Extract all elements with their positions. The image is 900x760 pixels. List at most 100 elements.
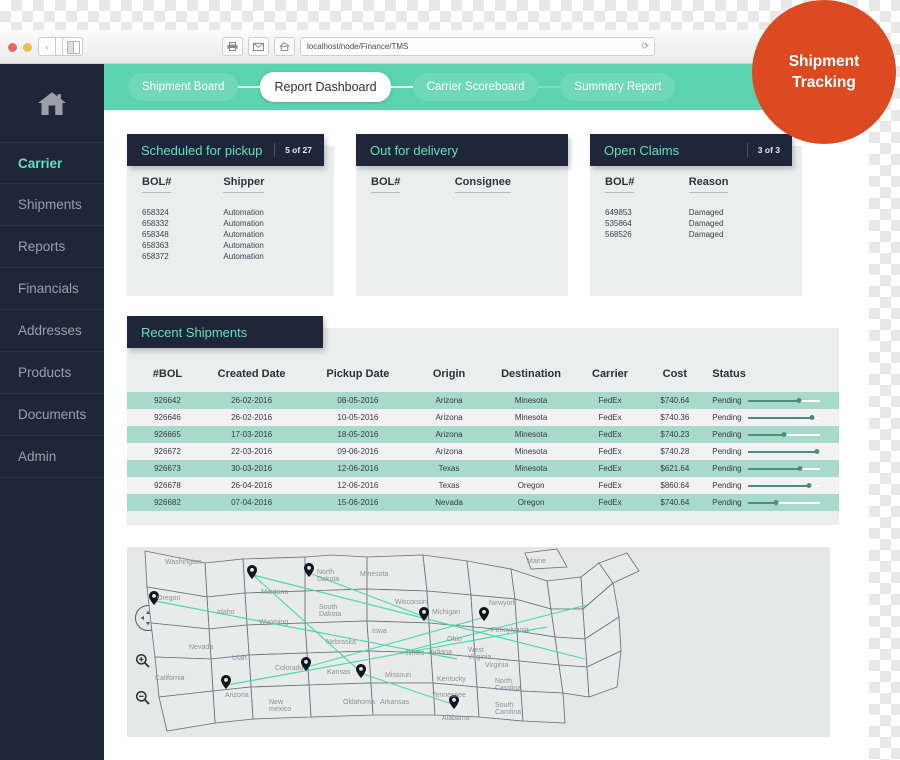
card-cell-bol: 658348 — [142, 230, 169, 239]
card-row: 568526 Damaged — [605, 228, 787, 239]
tab-shipment-board[interactable]: Shipment Board — [128, 73, 239, 101]
status-label: Pending — [712, 464, 742, 473]
progress-slider[interactable] — [747, 414, 820, 422]
screenshot-root: ‹ › localhost/node/Finance/TMS ⟳ — [0, 0, 900, 760]
sidebar-item-addresses[interactable]: Addresses — [0, 310, 104, 352]
column-header-created-date[interactable]: Created Date — [200, 362, 303, 392]
printer-icon[interactable] — [222, 37, 243, 56]
card-title: Out for delivery — [370, 142, 459, 158]
cell-created-date: 26-02-2016 — [199, 392, 304, 409]
card-row: 658324 Automation — [142, 206, 319, 217]
table-row[interactable]: 926642 26-02-2016 08-05-2016 Arizona Min… — [127, 392, 839, 409]
tab-label: Shipment Board — [142, 81, 225, 93]
recent-shipments-table: #BOL Created Date Pickup Date Origin Destina… — [127, 362, 839, 511]
card-table: BOL# Reason 649853 Damaged 535864 Damage… — [605, 176, 787, 239]
card-cell-bol: 658363 — [142, 241, 169, 250]
table-row[interactable]: 926673 30-03-2016 12-06-2016 Texas Mines… — [127, 460, 839, 477]
progress-slider[interactable] — [747, 397, 820, 405]
sidebar-item-financials[interactable]: Financials — [0, 268, 104, 310]
tab-connector — [538, 86, 561, 88]
table-row[interactable]: 926646 26-02-2016 10-05-2016 Arizona Min… — [127, 409, 839, 426]
recent-shipments-body: #BOL Created Date Pickup Date Origin Destina… — [127, 328, 839, 525]
column-header-origin[interactable]: Origin — [413, 362, 486, 392]
sidebar-item-shipments[interactable]: Shipments — [0, 184, 104, 226]
card-row: 658332 Automation — [142, 217, 319, 228]
card-row: 658372 Automation — [142, 250, 319, 261]
card-column-header: Consignee — [454, 176, 553, 196]
minimize-window-button[interactable] — [23, 43, 32, 52]
sidebar-home-icon[interactable] — [0, 64, 104, 142]
progress-slider[interactable] — [747, 482, 820, 490]
recent-shipments-panel: Recent Shipments #BOL Created Date Pickup … — [127, 316, 839, 525]
table-row[interactable]: 926678 26-04-2016 12-06-2016 Texas Orego… — [127, 477, 839, 494]
card-cell-value: Damaged — [688, 230, 724, 239]
dashboard-content: Scheduled for pickup 5 of 27 BOL# Shipper… — [104, 110, 869, 760]
cell-pickup-date: 18-05-2016 — [303, 426, 413, 443]
table-row[interactable]: 926665 17-03-2016 18-05-2016 Arizona Min… — [127, 426, 839, 443]
card-column-header: Shipper — [223, 176, 319, 196]
tab-summary-report[interactable]: Summary Report — [560, 73, 676, 101]
sidebar-item-admin[interactable]: Admin — [0, 436, 104, 478]
home-icon[interactable] — [274, 37, 295, 56]
tab-connector — [238, 86, 261, 88]
cell-destination: Minesota — [485, 426, 577, 443]
table-row[interactable]: 926672 22-03-2016 09-06-2016 Arizona Min… — [127, 443, 839, 460]
column-header-destination[interactable]: Destination — [485, 362, 576, 392]
cell-carrier: FedEx — [576, 460, 644, 477]
cell-status: Pending — [706, 477, 839, 494]
sidebar-item-documents[interactable]: Documents — [0, 394, 104, 436]
cell-created-date: 30-03-2016 — [199, 460, 304, 477]
badge-line-2: Tracking — [792, 74, 856, 91]
column-header--bol[interactable]: #BOL — [127, 362, 200, 392]
close-window-button[interactable] — [8, 43, 17, 52]
url-bar[interactable]: localhost/node/Finance/TMS ⟳ — [300, 37, 655, 56]
card-cell-value: Damaged — [688, 219, 724, 228]
progress-slider[interactable] — [747, 499, 820, 507]
card-cell-bol: 658332 — [142, 219, 169, 228]
cell-pickup-date: 09-06-2016 — [303, 443, 413, 460]
summary-cards-row: Scheduled for pickup 5 of 27 BOL# Shipper… — [127, 134, 839, 296]
badge-line-1: Shipment — [788, 52, 860, 70]
card-column-header: BOL# — [371, 176, 455, 196]
cell-cost: $740.36 — [643, 409, 707, 426]
back-icon[interactable]: ‹ — [38, 37, 56, 56]
progress-slider[interactable] — [747, 431, 820, 439]
recent-shipments-header-row: #BOL Created Date Pickup Date Origin Destina… — [127, 362, 839, 392]
reload-icon[interactable]: ⟳ — [641, 41, 649, 52]
cell-origin: Texas — [412, 460, 486, 477]
card-title: Open Claims — [604, 142, 680, 158]
mail-icon[interactable] — [248, 37, 269, 56]
card-open-claims: Open Claims 3 of 3 BOL# Reason 649853 Dam… — [590, 134, 802, 296]
shipment-map[interactable]: Washington Oregon Idaho Montana Wyoming Nevad… — [127, 547, 830, 737]
card-header: Open Claims 3 of 3 — [590, 134, 792, 166]
tab-label: Carrier Scoreboard — [426, 81, 525, 93]
sidebar-item-carrier[interactable]: Carrier — [0, 142, 104, 184]
tab-carrier-scoreboard[interactable]: Carrier Scoreboard — [412, 73, 539, 101]
status-label: Pending — [712, 447, 742, 456]
sidebar-item-label: Addresses — [18, 323, 82, 338]
cell-status: Pending — [706, 494, 839, 511]
status-label: Pending — [712, 430, 742, 439]
sidebar-item-products[interactable]: Products — [0, 352, 104, 394]
progress-slider[interactable] — [747, 448, 820, 456]
sidebar-item-reports[interactable]: Reports — [0, 226, 104, 268]
column-header-cost[interactable]: Cost — [643, 362, 706, 392]
cell-bol: 926642 — [127, 392, 200, 409]
card-cell-value: Automation — [223, 208, 264, 217]
card-cell-bol: 649853 — [605, 208, 632, 217]
app-viewport: Carrier Shipments Reports Financials Add… — [0, 64, 869, 760]
cell-status: Pending — [706, 426, 839, 443]
sidebar-toggle-icon[interactable] — [62, 37, 83, 56]
tab-report-dashboard[interactable]: Report Dashboard — [260, 72, 391, 102]
cell-created-date: 26-02-2016 — [199, 409, 304, 426]
column-header-carrier[interactable]: Carrier — [577, 362, 644, 392]
recent-shipments-title: Recent Shipments — [141, 324, 248, 340]
column-header-status[interactable]: Status — [706, 362, 839, 392]
table-row[interactable]: 926682 07-04-2016 15-06-2016 Nevada Oreg… — [127, 494, 839, 511]
cell-status: Pending — [706, 392, 839, 409]
cell-pickup-date: 15-06-2016 — [303, 494, 413, 511]
url-text: localhost/node/Finance/TMS — [307, 42, 409, 51]
column-header-pickup-date[interactable]: Pickup Date — [303, 362, 412, 392]
tab-list: Shipment Board Report Dashboard Carrier … — [128, 72, 676, 102]
progress-slider[interactable] — [747, 465, 820, 473]
